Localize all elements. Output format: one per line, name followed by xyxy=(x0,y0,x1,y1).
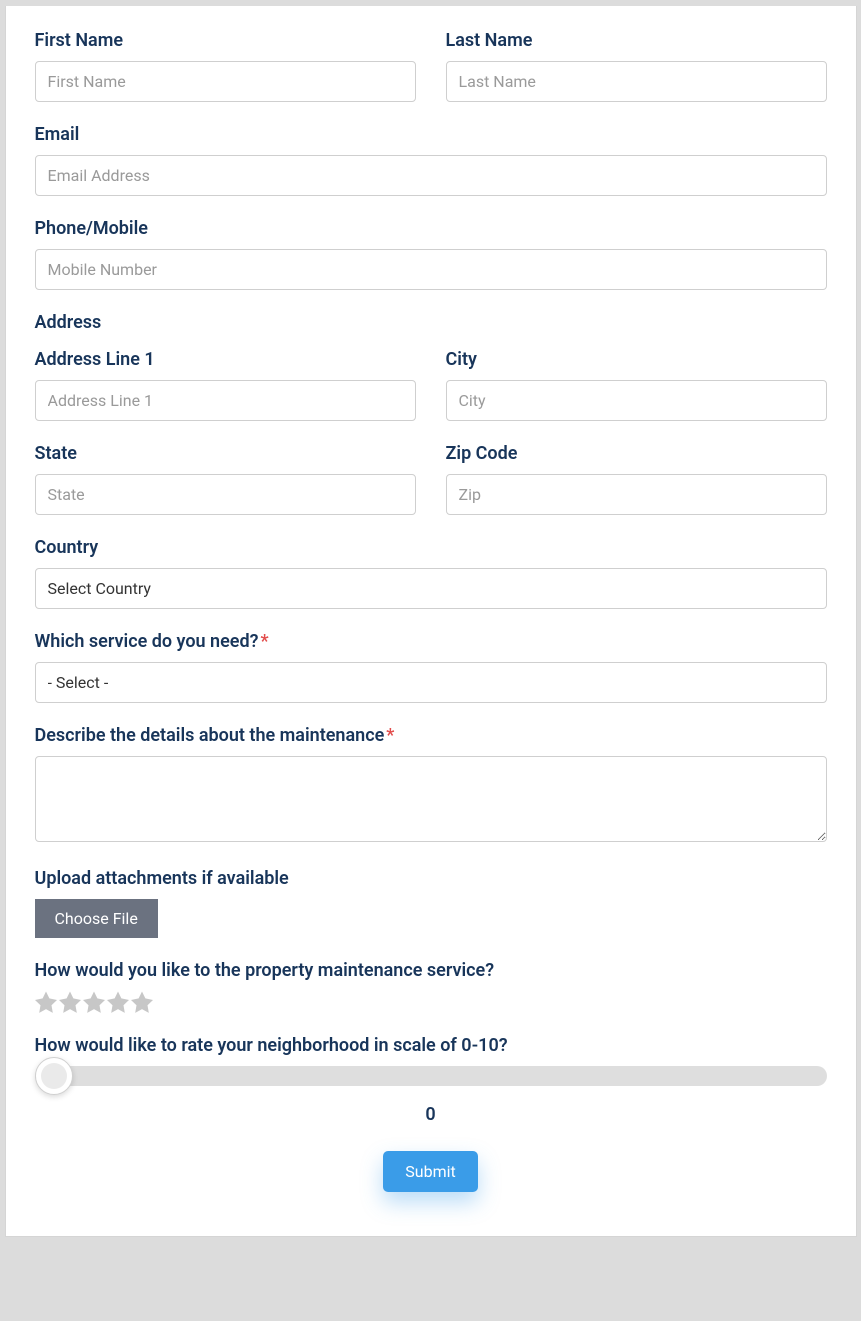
first-name-label: First Name xyxy=(35,30,416,51)
last-name-label: Last Name xyxy=(446,30,827,51)
state-label: State xyxy=(35,443,416,464)
address-line1-input[interactable] xyxy=(35,380,416,421)
phone-input[interactable] xyxy=(35,249,827,290)
address-line1-label: Address Line 1 xyxy=(35,349,416,370)
zip-input[interactable] xyxy=(446,474,827,515)
choose-file-button[interactable]: Choose File xyxy=(35,899,158,938)
upload-label: Upload attachments if available xyxy=(35,868,827,889)
city-label: City xyxy=(446,349,827,370)
star-icon[interactable] xyxy=(35,991,57,1013)
email-label: Email xyxy=(35,124,827,145)
slider-label: How would like to rate your neighborhood… xyxy=(35,1035,827,1056)
zip-label: Zip Code xyxy=(446,443,827,464)
slider-value: 0 xyxy=(35,1104,827,1125)
form-page: First Name Last Name Email Phone/Mobile … xyxy=(5,6,857,1237)
service-label-text: Which service do you need? xyxy=(35,631,259,652)
details-label: Describe the details about the maintenan… xyxy=(35,725,827,746)
country-label: Country xyxy=(35,537,827,558)
first-name-input[interactable] xyxy=(35,61,416,102)
last-name-input[interactable] xyxy=(446,61,827,102)
slider-thumb[interactable] xyxy=(35,1057,73,1095)
star-icon[interactable] xyxy=(107,991,129,1013)
neighborhood-slider[interactable] xyxy=(35,1066,827,1086)
required-mark: * xyxy=(260,631,268,652)
country-select[interactable]: Select Country xyxy=(35,568,827,609)
details-label-text: Describe the details about the maintenan… xyxy=(35,725,385,746)
star-icon[interactable] xyxy=(59,991,81,1013)
service-select[interactable]: - Select - xyxy=(35,662,827,703)
phone-label: Phone/Mobile xyxy=(35,218,827,239)
required-mark: * xyxy=(386,725,394,746)
star-icon[interactable] xyxy=(83,991,105,1013)
star-rating[interactable] xyxy=(35,991,827,1013)
rating-label: How would you like to the property maint… xyxy=(35,960,827,981)
address-section-label: Address xyxy=(35,312,827,333)
city-input[interactable] xyxy=(446,380,827,421)
service-label: Which service do you need?* xyxy=(35,631,827,652)
email-input[interactable] xyxy=(35,155,827,196)
state-input[interactable] xyxy=(35,474,416,515)
slider-track xyxy=(35,1066,827,1086)
star-icon[interactable] xyxy=(131,991,153,1013)
submit-button[interactable]: Submit xyxy=(383,1151,477,1192)
details-textarea[interactable] xyxy=(35,756,827,842)
